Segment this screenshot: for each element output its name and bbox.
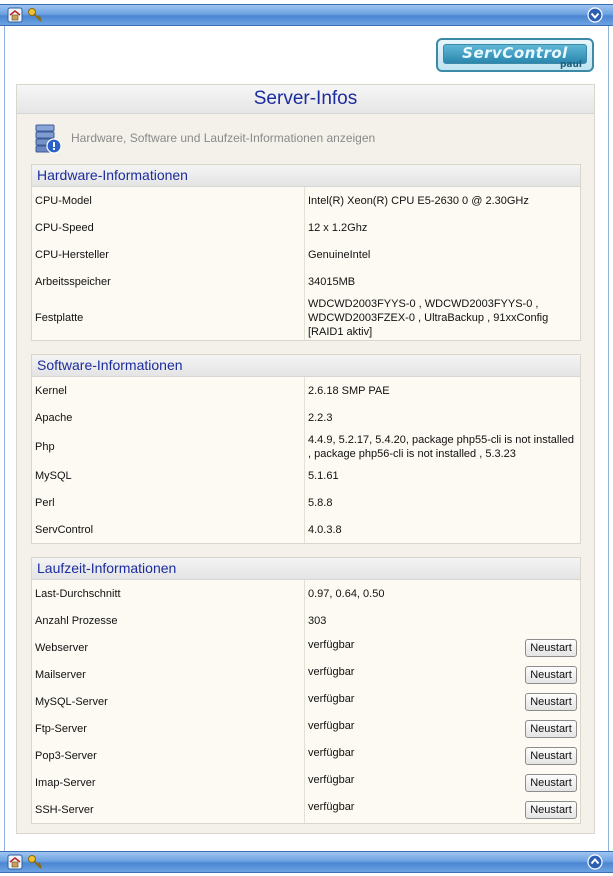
cpu-model-value: Intel(R) Xeon(R) CPU E5-2630 0 @ 2.30GHz: [308, 194, 529, 207]
pop3-server-label: Pop3-Server: [32, 742, 305, 769]
table-row: ServControl 4.0.3.8: [32, 516, 580, 543]
disk-label: Festplatte: [32, 295, 305, 340]
restart-imap-server-button[interactable]: Neustart: [525, 773, 577, 792]
ssh-server-status: verfügbar Neustart: [305, 796, 581, 823]
kernel-value: 2.6.18 SMP PAE: [308, 384, 390, 397]
apache-value: 2.2.3: [308, 411, 333, 424]
hardware-section: Hardware-Informationen CPU-Model Intel(R…: [31, 164, 581, 341]
servcontrol-logo: ServControl paul: [436, 38, 594, 72]
hardware-table: CPU-Model Intel(R) Xeon(R) CPU E5-2630 0…: [32, 187, 580, 340]
php-value: 4.4.9, 5.2.17, 5.4.20, package php55-cli…: [308, 433, 575, 460]
servcontrol-value: 4.0.3.8: [308, 523, 342, 536]
restart-pop3-server-button[interactable]: Neustart: [525, 746, 577, 765]
cpu-vendor-value: GenuineIntel: [308, 248, 371, 261]
arrow-up-icon[interactable]: [587, 854, 603, 870]
table-row: Ftp-Server verfügbar Neustart: [32, 715, 580, 742]
table-row: CPU-Hersteller GenuineIntel: [32, 241, 580, 268]
table-row: Perl 5.8.8: [32, 489, 580, 516]
pop3-server-status: verfügbar Neustart: [305, 742, 581, 769]
table-row: Imap-Server verfügbar Neustart: [32, 769, 580, 796]
restart-webserver-button[interactable]: Neustart: [525, 638, 577, 657]
mysql-server-status-text: verfügbar: [308, 692, 355, 705]
ftp-server-label: Ftp-Server: [32, 715, 305, 742]
table-row: Arbeitsspeicher 34015MB: [32, 268, 580, 295]
page-title: Server-Infos: [17, 85, 594, 114]
load-average-value: 0.97, 0.64, 0.50: [308, 587, 385, 600]
software-section-title: Software-Informationen: [32, 355, 580, 377]
key-icon[interactable]: [27, 854, 43, 870]
restart-mysql-server-button[interactable]: Neustart: [525, 692, 577, 711]
home-icon[interactable]: [7, 854, 23, 870]
imap-server-status: verfügbar Neustart: [305, 769, 581, 796]
table-row: MySQL 5.1.61: [32, 462, 580, 489]
kernel-label: Kernel: [32, 377, 305, 404]
process-count-value: 303: [308, 614, 327, 627]
load-average-label: Last-Durchschnitt: [32, 580, 305, 607]
webserver-status: verfügbar Neustart: [305, 634, 581, 661]
software-table: Kernel 2.6.18 SMP PAE Apache 2.2.3 Php 4…: [32, 377, 580, 543]
pop3-server-status-text: verfügbar: [308, 746, 355, 759]
cpu-model-label: CPU-Model: [32, 187, 305, 214]
mysql-server-label: MySQL-Server: [32, 688, 305, 715]
imap-server-label: Imap-Server: [32, 769, 305, 796]
mysql-server-status: verfügbar Neustart: [305, 688, 581, 715]
php-label: Php: [32, 431, 305, 462]
software-section: Software-Informationen Kernel 2.6.18 SMP…: [31, 354, 581, 544]
mailserver-status: verfügbar Neustart: [305, 661, 581, 688]
server-info-panel: Server-Infos Hardware, Software und Lauf…: [16, 84, 595, 834]
restart-ssh-server-button[interactable]: Neustart: [525, 800, 577, 819]
top-toolbar: [0, 4, 613, 26]
webserver-label: Webserver: [32, 634, 305, 661]
runtime-section: Laufzeit-Informationen Last-Durchschnitt…: [31, 557, 581, 824]
runtime-table: Last-Durchschnitt 0.97, 0.64, 0.50 Anzah…: [32, 580, 580, 823]
table-row: Apache 2.2.3: [32, 404, 580, 431]
table-row: MySQL-Server verfügbar Neustart: [32, 688, 580, 715]
key-icon[interactable]: [27, 7, 43, 23]
memory-value: 34015MB: [308, 275, 356, 288]
table-row: Last-Durchschnitt 0.97, 0.64, 0.50: [32, 580, 580, 607]
ssh-server-label: SSH-Server: [32, 796, 305, 823]
mailserver-status-text: verfügbar: [308, 665, 355, 678]
table-row: Mailserver verfügbar Neustart: [32, 661, 580, 688]
table-row: Pop3-Server verfügbar Neustart: [32, 742, 580, 769]
server-info-icon: [33, 121, 63, 155]
restart-mailserver-button[interactable]: Neustart: [525, 665, 577, 684]
page-subtitle: Hardware, Software und Laufzeit-Informat…: [71, 131, 376, 145]
table-row: Webserver verfügbar Neustart: [32, 634, 580, 661]
cpu-vendor-label: CPU-Hersteller: [32, 241, 305, 268]
logo-subtext: paul: [559, 60, 582, 70]
memory-label: Arbeitsspeicher: [32, 268, 305, 295]
bottom-toolbar: [0, 851, 613, 873]
perl-value: 5.8.8: [308, 496, 333, 509]
table-row: Festplatte WDCWD2003FYYS-0 , WDCWD2003FY…: [32, 295, 580, 340]
arrow-down-icon[interactable]: [587, 7, 603, 23]
disk-value: WDCWD2003FYYS-0 , WDCWD2003FYYS-0 , WDCW…: [308, 297, 549, 338]
table-row: CPU-Model Intel(R) Xeon(R) CPU E5-2630 0…: [32, 187, 580, 214]
apache-label: Apache: [32, 404, 305, 431]
process-count-label: Anzahl Prozesse: [32, 607, 305, 634]
table-row: Php 4.4.9, 5.2.17, 5.4.20, package php55…: [32, 431, 580, 462]
imap-server-status-text: verfügbar: [308, 773, 355, 786]
home-icon[interactable]: [7, 7, 23, 23]
servcontrol-label: ServControl: [32, 516, 305, 543]
ftp-server-status: verfügbar Neustart: [305, 715, 581, 742]
table-row: Anzahl Prozesse 303: [32, 607, 580, 634]
cpu-speed-label: CPU-Speed: [32, 214, 305, 241]
mysql-value: 5.1.61: [308, 469, 339, 482]
table-row: Kernel 2.6.18 SMP PAE: [32, 377, 580, 404]
ssh-server-status-text: verfügbar: [308, 800, 355, 813]
hardware-section-title: Hardware-Informationen: [32, 165, 580, 187]
webserver-status-text: verfügbar: [308, 638, 355, 651]
table-row: SSH-Server verfügbar Neustart: [32, 796, 580, 823]
runtime-section-title: Laufzeit-Informationen: [32, 558, 580, 580]
mailserver-label: Mailserver: [32, 661, 305, 688]
table-row: CPU-Speed 12 x 1.2Ghz: [32, 214, 580, 241]
cpu-speed-value: 12 x 1.2Ghz: [308, 221, 368, 234]
mysql-label: MySQL: [32, 462, 305, 489]
ftp-server-status-text: verfügbar: [308, 719, 355, 732]
restart-ftp-server-button[interactable]: Neustart: [525, 719, 577, 738]
perl-label: Perl: [32, 489, 305, 516]
